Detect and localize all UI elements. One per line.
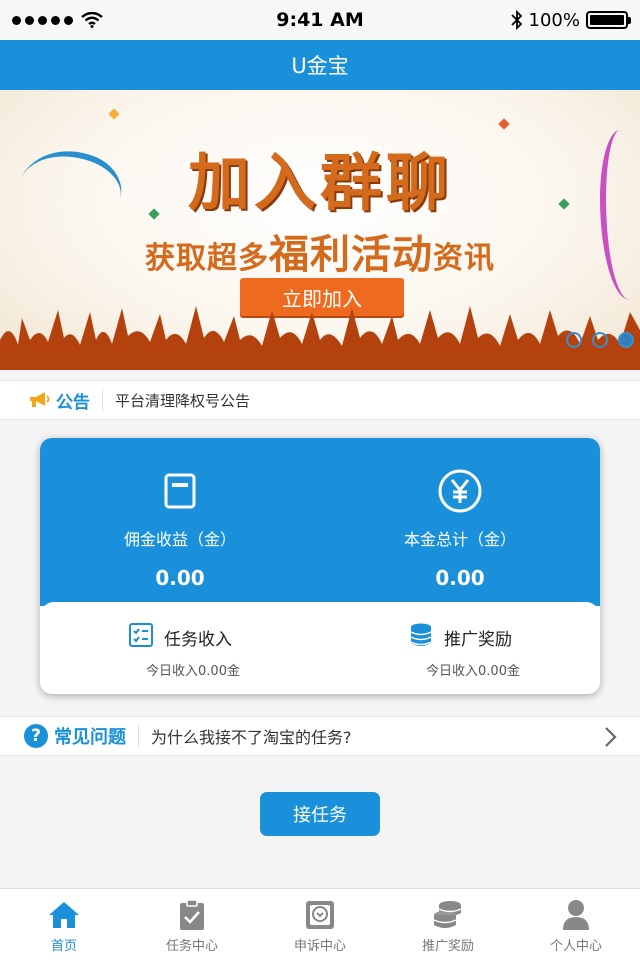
yuan-coin-icon (437, 468, 483, 514)
tab-task-center[interactable]: 任务中心 (128, 889, 256, 960)
bottom-tab-bar: 首页 任务中心 申诉中心 推广奖励 个人中心 (0, 888, 640, 960)
commission-label: 佣金收益（金） (123, 530, 236, 549)
principal-value: 0.00 (435, 566, 485, 590)
clipboard-check-icon (178, 899, 206, 931)
banner-subtitle-end: 资讯 (433, 241, 495, 276)
earnings-card: 佣金收益（金） 0.00 本金总计（金） 0.00 任务收入 今日收入0.00金… (40, 438, 600, 694)
page-title: U金宝 (291, 54, 349, 78)
tab-label: 任务中心 (165, 939, 218, 954)
status-bar: 9:41 AM 100% (0, 0, 640, 40)
confetti-decoration (498, 118, 510, 130)
coins-icon (432, 899, 464, 931)
promo-banner[interactable]: 加入群聊 获取超多福利活动资讯 立即加入 (0, 90, 640, 370)
tab-promo-reward[interactable]: 推广奖励 (384, 889, 512, 960)
tab-appeal-center[interactable]: 申诉中心 (256, 889, 384, 960)
banner-subtitle: 获取超多福利活动资讯 (0, 222, 640, 280)
commission-earnings: 佣金收益（金） 0.00 (40, 438, 320, 606)
promo-reward-today: 今日收入0.00金 (426, 664, 520, 679)
faq-bar[interactable]: ? 常见问题 为什么我接不了淘宝的任务? (0, 716, 640, 756)
crowd-silhouette (0, 306, 640, 370)
banner-subtitle-start: 获取超多 (145, 241, 269, 276)
bluetooth-icon (510, 10, 522, 30)
chevron-right-icon[interactable] (604, 725, 618, 749)
battery-group: 100% (510, 9, 631, 31)
tab-label: 首页 (50, 939, 77, 954)
divider (102, 389, 103, 411)
megaphone-icon (28, 391, 50, 409)
principal-label: 本金总计（金） (403, 530, 516, 549)
tab-label: 申诉中心 (293, 939, 346, 954)
cell-signal-icon (12, 15, 73, 25)
income-breakdown: 任务收入 今日收入0.00金 推广奖励 今日收入0.00金 (40, 602, 600, 694)
carousel-dot[interactable] (566, 332, 582, 348)
carousel-indicators (566, 332, 634, 348)
banner-title: 加入群聊 (187, 146, 452, 219)
carousel-dot-active[interactable] (618, 332, 634, 348)
announcement-label: 公告 (56, 392, 90, 413)
coins-stack-icon (408, 622, 434, 652)
home-icon (47, 899, 81, 931)
signal-group (12, 12, 103, 28)
commission-value: 0.00 (155, 566, 205, 590)
earnings-summary: 佣金收益（金） 0.00 本金总计（金） 0.00 (40, 438, 600, 606)
task-income[interactable]: 任务收入 今日收入0.00金 (40, 602, 320, 694)
banner-subtitle-highlight: 福利活动 (269, 232, 433, 278)
tab-personal-center[interactable]: 个人中心 (512, 889, 640, 960)
principal-total: 本金总计（金） 0.00 (320, 438, 600, 606)
tab-label: 推广奖励 (421, 939, 474, 954)
battery-percent: 100% (528, 9, 580, 31)
inbox-icon (304, 899, 336, 931)
battery-icon (586, 11, 631, 29)
faq-question[interactable]: 为什么我接不了淘宝的任务? (151, 724, 352, 748)
task-income-today: 今日收入0.00金 (146, 664, 240, 679)
wallet-icon (157, 468, 203, 514)
app-header: U金宝 (0, 40, 640, 90)
confetti-decoration (108, 108, 120, 120)
divider (138, 725, 139, 747)
tab-label: 个人中心 (549, 939, 602, 954)
wifi-icon (81, 12, 103, 28)
task-income-label: 任务收入 (164, 629, 232, 650)
tab-home[interactable]: 首页 (0, 889, 128, 960)
announcement-bar[interactable]: 公告 平台清理降权号公告 (0, 380, 640, 420)
task-list-icon (128, 622, 154, 652)
faq-label: 常见问题 (54, 727, 126, 748)
promo-reward-label: 推广奖励 (444, 629, 512, 650)
user-icon (562, 899, 590, 931)
accept-task-button[interactable]: 接任务 (260, 792, 380, 836)
question-icon: ? (24, 724, 48, 748)
promo-reward[interactable]: 推广奖励 今日收入0.00金 (320, 602, 600, 694)
announcement-text[interactable]: 平台清理降权号公告 (115, 390, 250, 411)
carousel-dot[interactable] (592, 332, 608, 348)
